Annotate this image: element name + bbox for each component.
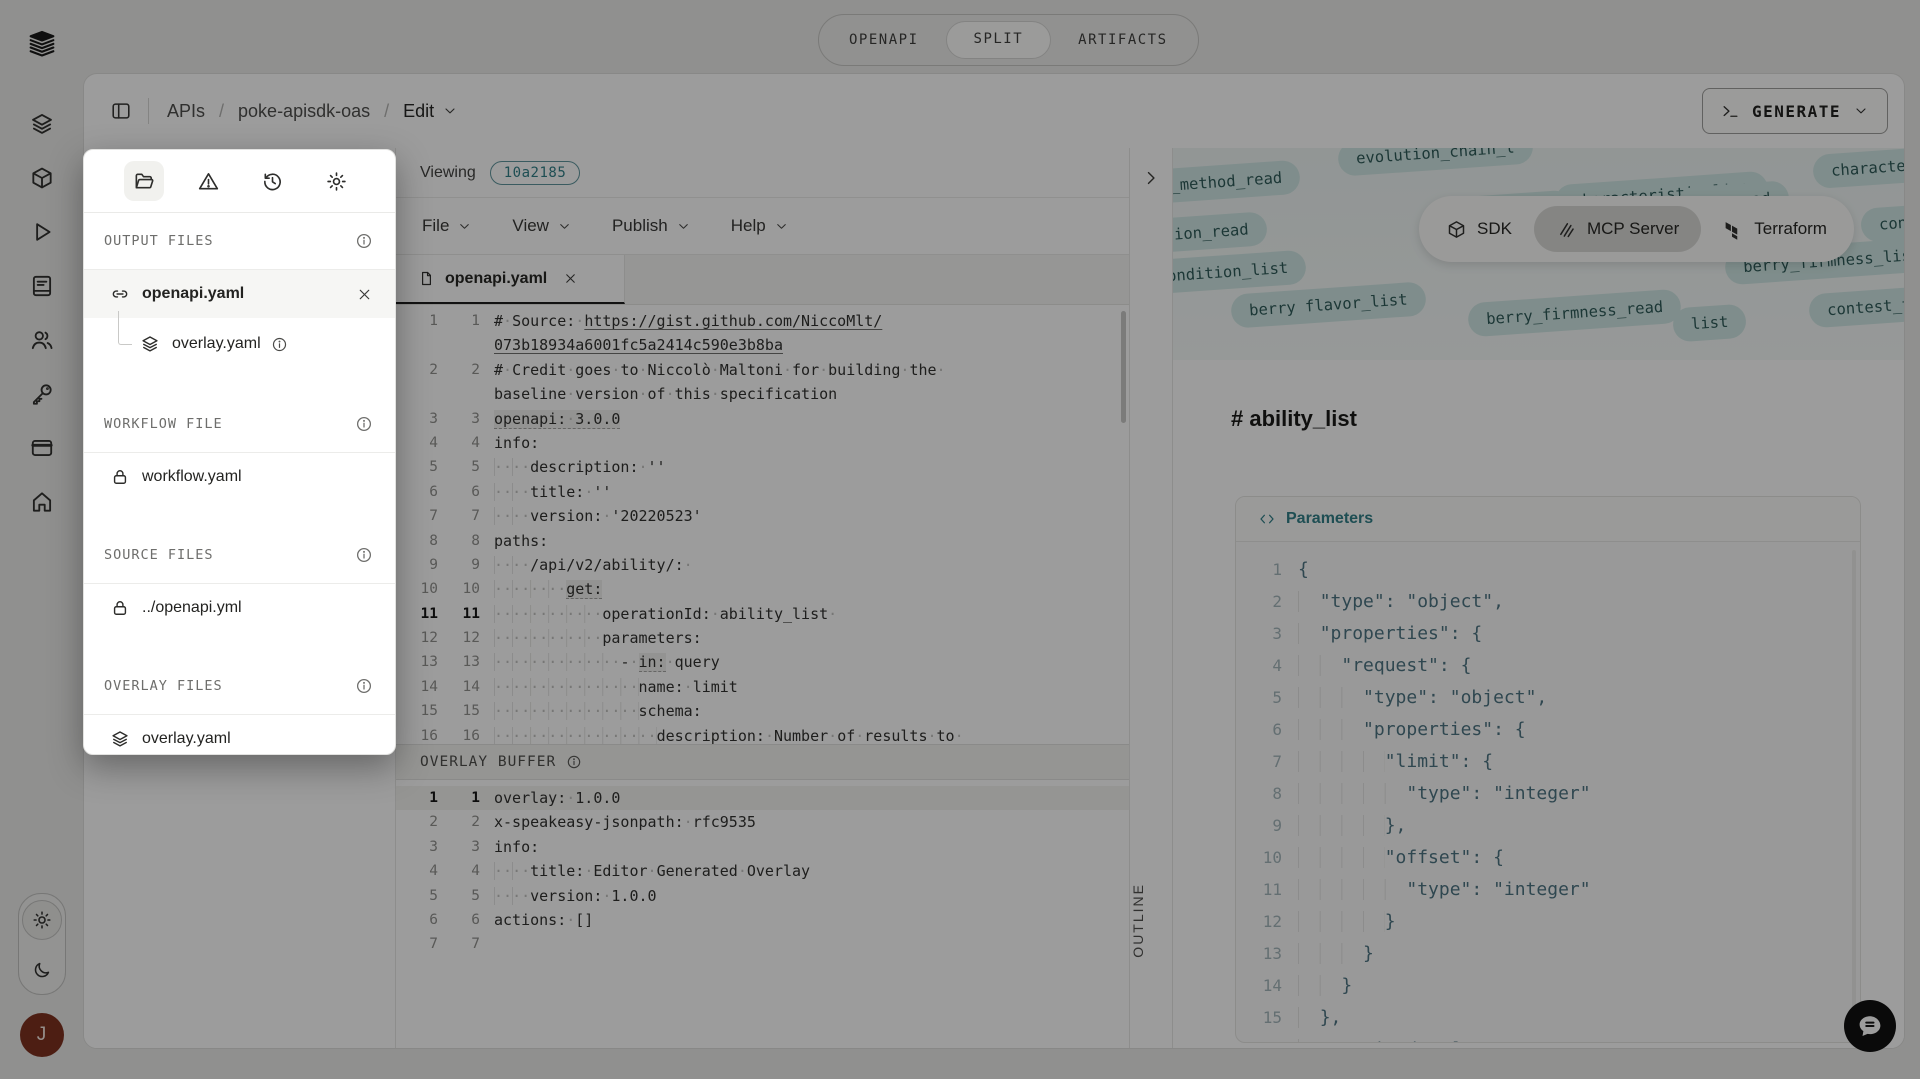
info-icon[interactable]: [355, 546, 373, 564]
problems-tool-button[interactable]: [188, 161, 228, 201]
alert-triangle-icon: [197, 170, 220, 193]
file-row-overlay-yaml[interactable]: overlay.yaml: [84, 318, 395, 370]
folder-open-icon: [133, 170, 156, 193]
file-name: workflow.yaml: [142, 468, 242, 486]
info-icon[interactable]: [355, 415, 373, 433]
section-label: WORKFLOW FILE: [104, 416, 223, 432]
link-icon: [110, 284, 130, 304]
close-icon[interactable]: [356, 286, 373, 303]
explorer-section-header: SOURCE FILES: [84, 527, 395, 584]
lock-icon: [110, 467, 130, 487]
settings-tool-button[interactable]: [316, 161, 356, 201]
info-icon[interactable]: [271, 336, 288, 353]
section-label: OVERLAY FILES: [104, 678, 223, 694]
section-label: SOURCE FILES: [104, 547, 214, 563]
app-window: J OPENAPISPLITARTIFACTS APIs/poke-apisdk…: [0, 0, 1920, 1079]
spacer: [84, 501, 395, 527]
file-row-workflow-yaml[interactable]: workflow.yaml: [84, 453, 395, 501]
lock-icon: [110, 598, 130, 618]
explorer-section-header: OVERLAY FILES: [84, 658, 395, 715]
history-icon: [261, 170, 284, 193]
history-tool-button[interactable]: [252, 161, 292, 201]
file-name: overlay.yaml: [172, 335, 261, 353]
gear-icon: [325, 170, 348, 193]
file-row-overlay-yaml[interactable]: overlay.yaml: [84, 715, 395, 755]
file-explorer-panel: OUTPUT FILES openapi.yaml overlay.yaml WORK…: [83, 149, 396, 755]
files-tool-button[interactable]: [124, 161, 164, 201]
layers-icon: [140, 334, 160, 354]
spacer: [84, 370, 395, 396]
info-icon[interactable]: [355, 232, 373, 250]
layers-icon: [110, 729, 130, 749]
explorer-section-header: WORKFLOW FILE: [84, 396, 395, 453]
file-name: ../openapi.yml: [142, 599, 242, 617]
file-name: overlay.yaml: [142, 730, 231, 748]
section-label: OUTPUT FILES: [104, 233, 214, 249]
explorer-section-header: OUTPUT FILES: [84, 213, 395, 270]
file-name: openapi.yaml: [142, 285, 244, 303]
file-row--openapi-yml[interactable]: ../openapi.yml: [84, 584, 395, 632]
info-icon[interactable]: [355, 677, 373, 695]
tree-connector: [118, 311, 132, 345]
spacer: [84, 632, 395, 658]
explorer-toolbar: [84, 150, 395, 213]
